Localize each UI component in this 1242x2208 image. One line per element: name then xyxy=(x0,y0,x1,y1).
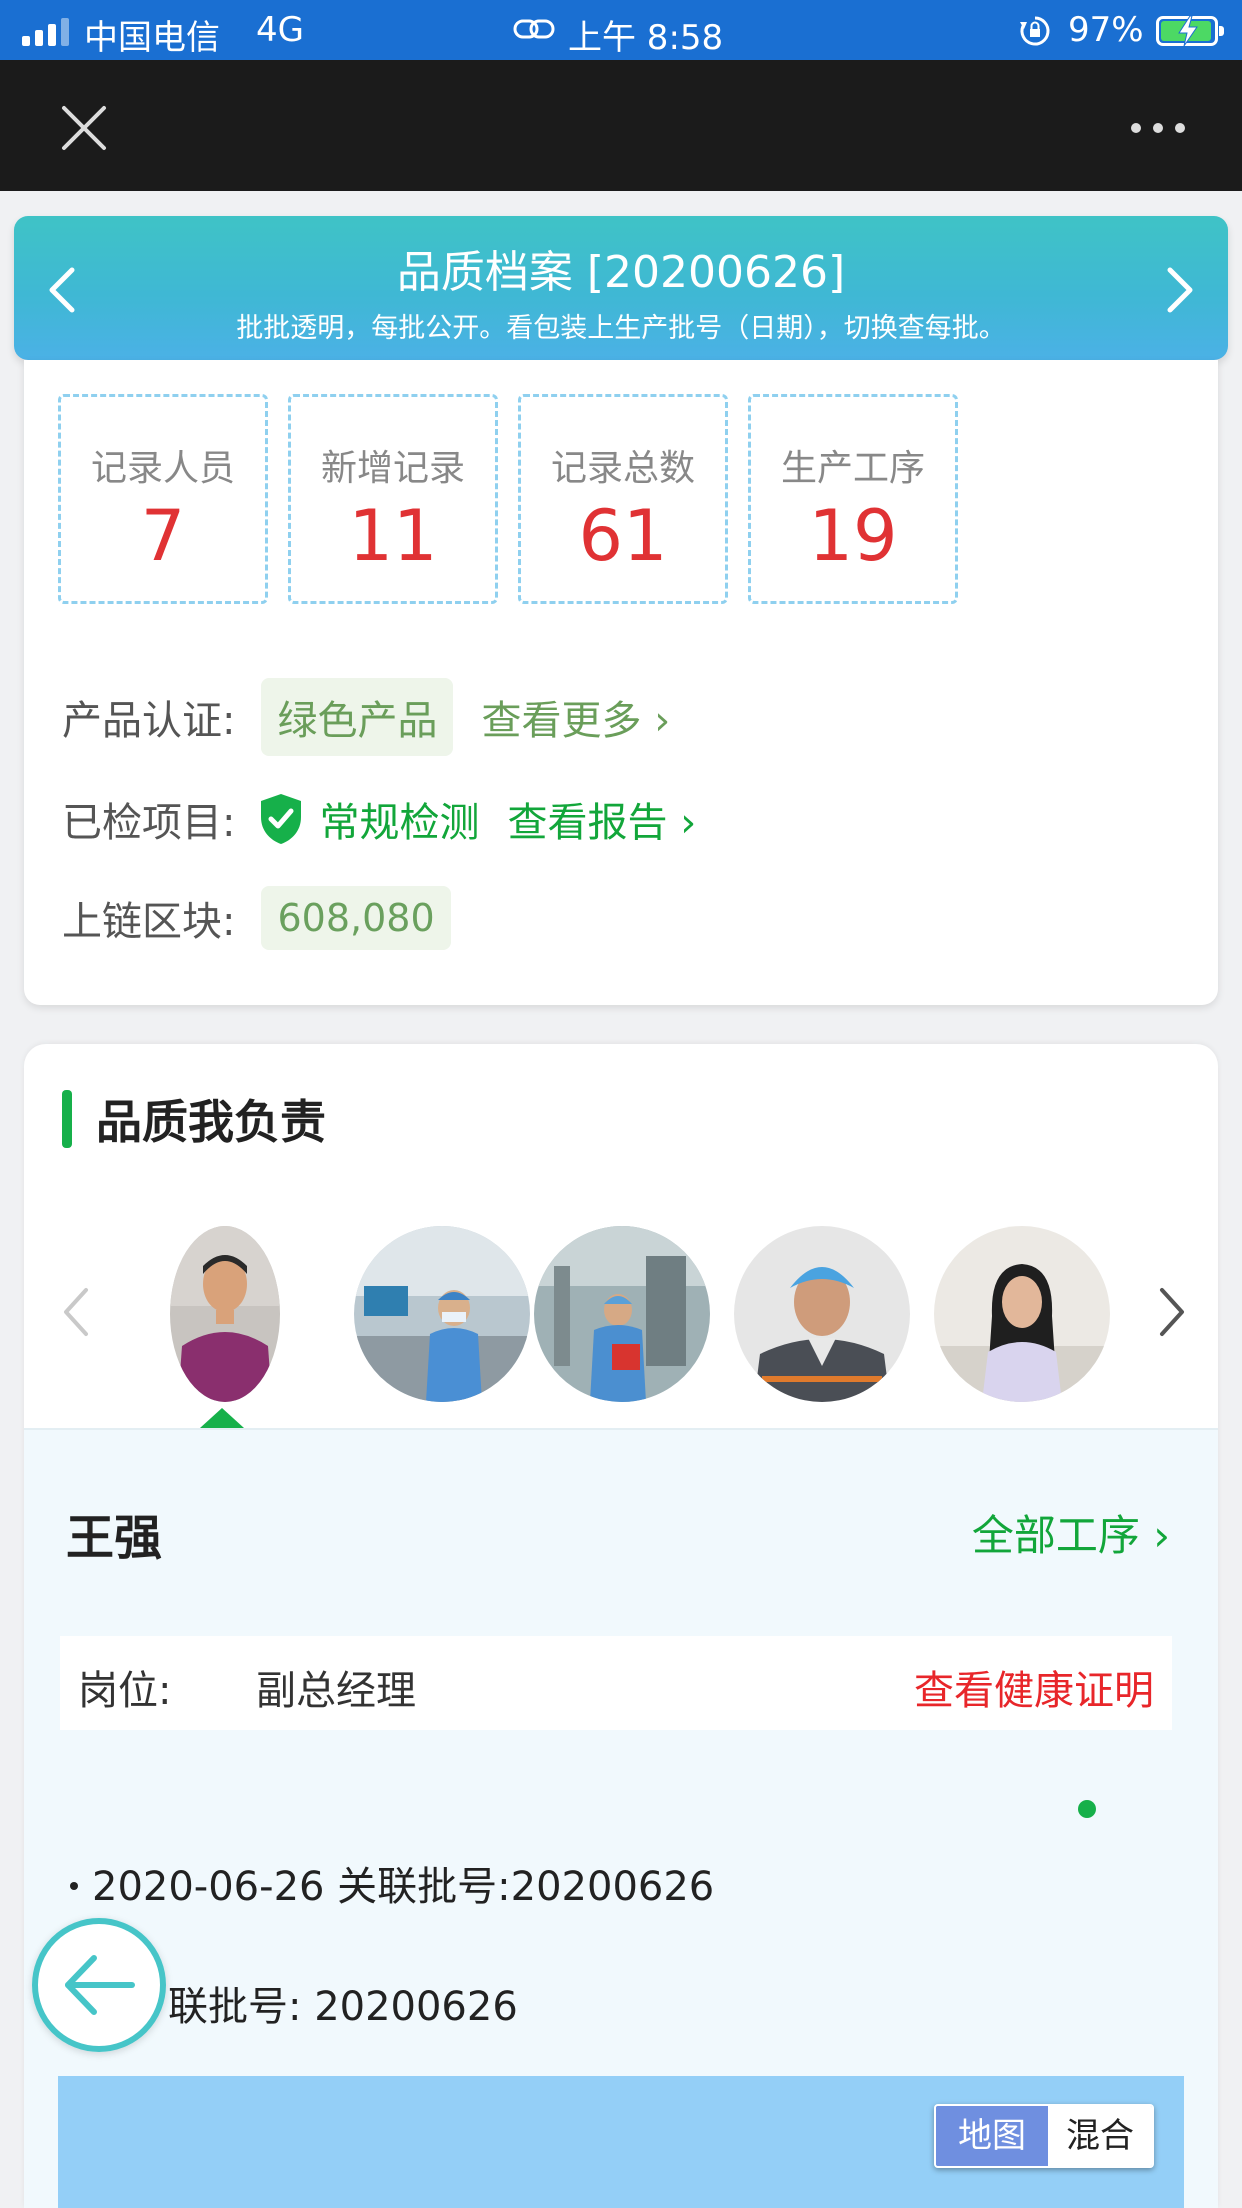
stat-label: 新增记录 xyxy=(320,448,465,489)
stat-total-records: 记录总数 61 xyxy=(518,394,728,604)
position-label: 岗位: xyxy=(78,1668,172,1714)
section-header: 品质我负责 xyxy=(62,1086,326,1152)
section-accent-bar xyxy=(62,1090,72,1148)
inspection-value: 常规检测 xyxy=(319,800,480,846)
section-title: 品质我负责 xyxy=(96,1095,326,1149)
carousel-prev-chevron-icon[interactable] xyxy=(58,1284,94,1340)
map-mode-button[interactable]: 地图 xyxy=(936,2106,1048,2166)
certification-label: 产品认证: xyxy=(62,698,236,744)
position-value: 副总经理 xyxy=(256,1668,416,1714)
quality-responsibility-card: 品质我负责 王强 全部工序 › 岗位: 副总经理 查看健康证明 2020-06-… xyxy=(24,1044,1218,2208)
person-name: 王强 xyxy=(66,1510,163,1566)
batch-text: 联批号: 20200626 xyxy=(168,1984,518,2030)
blockchain-label: 上链区块: xyxy=(62,899,236,945)
map-type-toggle: 地图 混合 xyxy=(934,2104,1154,2168)
stat-value: 19 xyxy=(808,495,898,577)
rotation-lock-icon xyxy=(1020,16,1050,46)
shield-check-icon xyxy=(261,794,302,844)
close-icon[interactable] xyxy=(56,100,112,156)
signal-icon xyxy=(22,16,69,46)
stat-value: 11 xyxy=(348,495,438,577)
timeline-dot xyxy=(1078,1800,1096,1818)
certification-row: 产品认证: 绿色产品 查看更多 › xyxy=(62,678,670,756)
stat-recorders: 记录人员 7 xyxy=(58,394,268,604)
stat-value: 7 xyxy=(140,495,186,577)
portrait-image xyxy=(934,1226,1110,1402)
blockchain-row: 上链区块: 608,080 xyxy=(62,886,451,950)
next-batch-chevron-icon[interactable] xyxy=(1162,264,1198,316)
avatar-person-3[interactable] xyxy=(534,1226,710,1402)
record-text: 2020-06-26 关联批号:20200626 xyxy=(92,1864,715,1910)
portrait-image xyxy=(734,1226,910,1402)
person-detail-panel: 王强 全部工序 › 岗位: 副总经理 查看健康证明 2020-06-26 关联批… xyxy=(24,1428,1218,2208)
status-time: 上午 8:58 xyxy=(568,18,724,58)
stat-process-steps: 生产工序 19 xyxy=(748,394,958,604)
arrow-left-icon xyxy=(65,1955,135,2015)
avatar-person-4[interactable] xyxy=(734,1226,910,1402)
charging-bolt-icon xyxy=(1178,15,1198,47)
portrait-image xyxy=(170,1226,280,1402)
inspection-label: 已检项目: xyxy=(62,800,236,846)
certification-tag: 绿色产品 xyxy=(261,678,454,756)
view-more-link[interactable]: 查看更多 › xyxy=(481,688,670,746)
map-view[interactable]: 地图 混合 xyxy=(58,2076,1184,2208)
inspection-row: 已检项目: 常规检测 查看报告 › xyxy=(62,790,696,848)
carrier-name: 中国电信 xyxy=(84,18,220,58)
record-entry: 2020-06-26 关联批号:20200626 xyxy=(70,1854,714,1912)
carousel-next-chevron-icon[interactable] xyxy=(1154,1284,1190,1340)
page-title: 品质档案 [20200626] xyxy=(396,247,846,298)
position-row: 岗位: 副总经理 查看健康证明 xyxy=(60,1636,1172,1730)
hybrid-mode-button[interactable]: 混合 xyxy=(1048,2106,1152,2166)
avatar-person-1[interactable] xyxy=(170,1226,280,1402)
stat-label: 记录人员 xyxy=(90,448,235,489)
more-options-icon[interactable] xyxy=(1128,116,1188,140)
stat-new-records: 新增记录 11 xyxy=(288,394,498,604)
batch-info-card: 记录人员 7 新增记录 11 记录总数 61 生产工序 19 产品认证: 绿色产… xyxy=(24,360,1218,1005)
view-report-link[interactable]: 查看报告 › xyxy=(507,790,696,848)
webview-nav-bar xyxy=(0,60,1242,191)
selected-avatar-indicator xyxy=(200,1408,244,1428)
stat-label: 生产工序 xyxy=(780,448,925,489)
portrait-image xyxy=(534,1226,710,1402)
all-steps-link[interactable]: 全部工序 › xyxy=(972,1502,1170,1563)
health-certificate-link[interactable]: 查看健康证明 xyxy=(914,1658,1154,1716)
stat-label: 记录总数 xyxy=(550,448,695,489)
avatar-person-5[interactable] xyxy=(934,1226,1110,1402)
avatar-person-2[interactable] xyxy=(354,1226,530,1402)
batch-header-banner: 品质档案 [20200626] 批批透明，每批公开。看包装上生产批号（日期），切… xyxy=(14,216,1228,360)
battery-percent: 97% xyxy=(1068,10,1144,50)
link-icon xyxy=(513,19,555,39)
back-button[interactable] xyxy=(32,1918,166,2052)
status-bar: 中国电信 4G 上午 8:58 97% xyxy=(0,0,1242,60)
portrait-image xyxy=(354,1226,530,1402)
bullet-icon xyxy=(70,1882,78,1890)
stat-value: 61 xyxy=(578,495,668,577)
blockchain-value: 608,080 xyxy=(261,886,451,950)
battery-icon xyxy=(1156,15,1224,47)
network-type: 4G xyxy=(256,10,304,50)
page-subtitle: 批批透明，每批公开。看包装上生产批号（日期），切换查每批。 xyxy=(236,313,1006,344)
